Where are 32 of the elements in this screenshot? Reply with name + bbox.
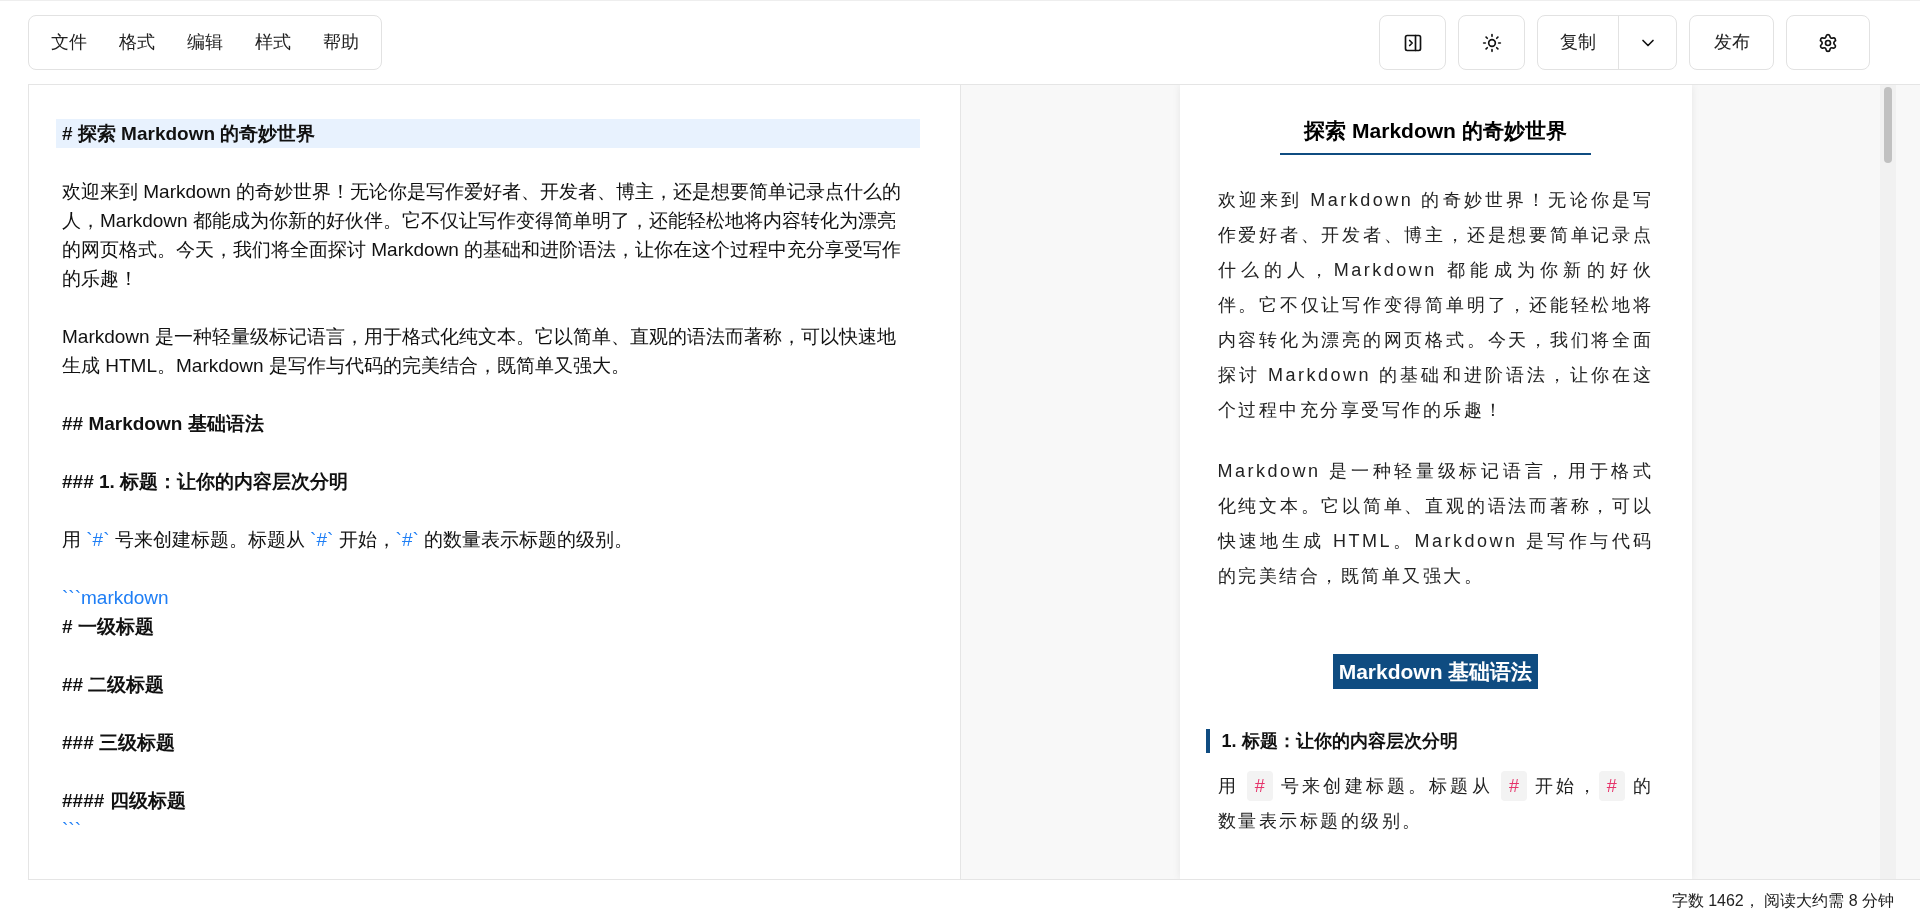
markdown-heading-line: ### 1. 标题：让你的内容层次分明 (61, 470, 350, 494)
menu-item[interactable]: 文件 (35, 22, 103, 63)
scrollbar[interactable] (1880, 85, 1896, 879)
markdown-heading-line: ### 三级标题 (61, 731, 176, 755)
preview-title: 探索 Markdown 的奇妙世界 (1280, 115, 1591, 155)
preview-paragraph: 欢迎来到 Markdown 的奇妙世界！无论你是写作爱好者、开发者、博主，还是想要简单记录点什么的人，Markdown 都能成为你新的好伙伴。它不仅让写作变得简单明了，还能轻松地将内容转化为漂亮的网页格式。今天，我们将全面探讨 Markdown 的基础和进阶语法，让你在这个过程中充分享受写作的乐趣！ (1217, 188, 1654, 422)
markdown-heading-line: ## Markdown 基础语法 (61, 412, 265, 436)
markdown-text-line: 欢迎来到 Markdown 的奇妙世界！无论你是写作爱好者、开发者、博主，还是想要简单记录点什么的人，Markdown 都能成为你新的好伙伴。它不仅让写作变得简单明了，还能轻松地将内容转化为漂亮的网页格式。今天，我们将全面探讨 Markdown 的基础和进阶语法，让你在这个过程中充分享受写作的乐趣！ (61, 180, 903, 291)
preview-subheading: 1. 标题：让你的内容层次分明 (1205, 729, 1654, 753)
panel-toggle-icon (1402, 32, 1423, 53)
markdown-text-line: Markdown 是一种轻量级标记语言，用于格式化纯文本。它以简单、直观的语法而著称，可以快速地生成 HTML。Markdown 是写作与代码的完美结合，既简单又强大。 (61, 325, 897, 378)
markdown-heading-line: ## 二级标题 (61, 673, 166, 697)
preview-paragraph: Markdown 是一种轻量级标记语言，用于格式化纯文本。它以简单、直观的语法而著称，可以快速地生成 HTML。Markdown 是写作与代码的完美结合，既简单又强大。 (1217, 459, 1654, 588)
word-count-status: 字数 1462， 阅读大约需 8 分钟 (1671, 891, 1894, 911)
toggle-panel-button[interactable] (1379, 15, 1446, 70)
sun-icon (1481, 32, 1502, 53)
menu-item[interactable]: 编辑 (171, 22, 239, 63)
code-fence-line: ```markdown (61, 586, 170, 610)
menu-item[interactable]: 样式 (239, 22, 307, 63)
preview-paragraph: 用 # 号来创建标题。标题从 # 开始， # 的数量表示标题的级别。 (1217, 769, 1654, 839)
theme-button[interactable] (1458, 15, 1525, 70)
markdown-heading-line: #### 四级标题 (61, 789, 187, 813)
menu-item[interactable]: 格式 (103, 22, 171, 63)
menu-item[interactable]: 帮助 (307, 22, 375, 63)
settings-button[interactable] (1786, 15, 1870, 70)
markdown-heading-line: # 一级标题 (61, 615, 155, 639)
preview-section-heading: Markdown 基础语法 (1332, 653, 1539, 689)
markdown-text-line: 用 `#` 号来创建标题。标题从 `#` 开始，`#` 的数量表示标题的级别。 (61, 528, 635, 552)
settings-icon (1818, 32, 1838, 53)
publish-button[interactable]: 发布 (1689, 15, 1774, 70)
copy-button[interactable]: 复制 (1538, 16, 1619, 69)
code-fence-line: ``` (61, 818, 82, 842)
